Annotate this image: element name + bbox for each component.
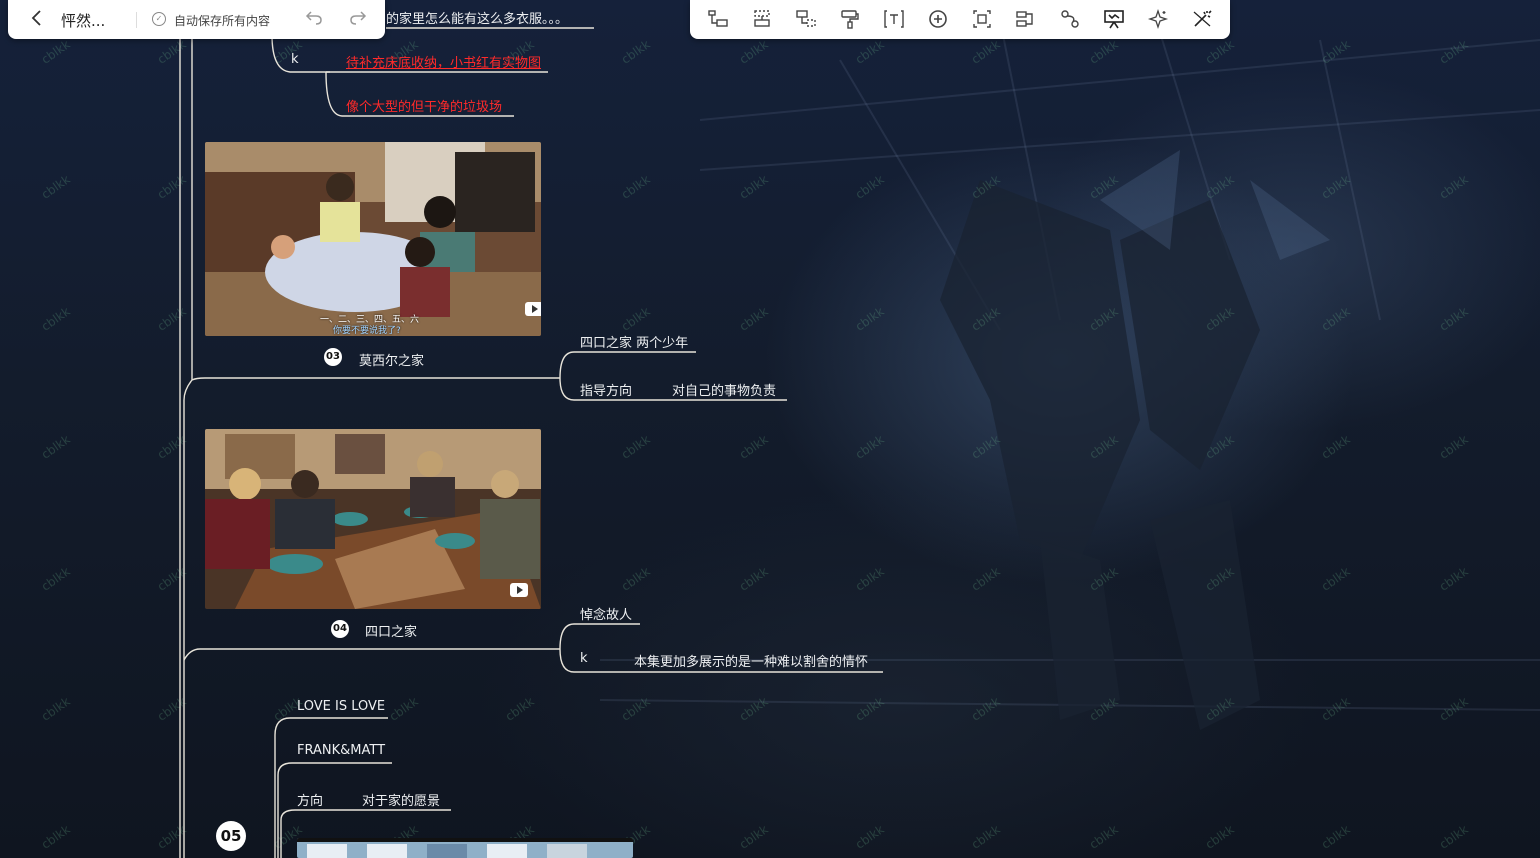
top-left-toolbar: 怦然... ✓ 自动保存所有内容 bbox=[8, 0, 385, 39]
insert-sibling-button[interactable] bbox=[750, 8, 774, 30]
ai-button[interactable] bbox=[1146, 8, 1170, 30]
redo-icon bbox=[350, 11, 367, 25]
section-badge-04: 04 bbox=[331, 620, 349, 638]
text-icon bbox=[884, 10, 904, 28]
node-04-branch-2-child[interactable]: 本集更加多展示的是一种难以割舍的情怀 bbox=[634, 651, 868, 670]
autosave-status: 自动保存所有内容 bbox=[174, 14, 271, 28]
text-button[interactable] bbox=[882, 8, 906, 30]
format-painter-icon bbox=[841, 10, 859, 29]
undo-button[interactable] bbox=[305, 8, 323, 31]
node-section-03-title[interactable]: 莫西尔之家 bbox=[359, 350, 424, 369]
undo-icon bbox=[305, 11, 322, 25]
add-icon bbox=[929, 10, 947, 28]
node-04-branch-2[interactable]: k bbox=[580, 651, 588, 666]
format-painter-button[interactable] bbox=[838, 8, 862, 30]
summary-icon bbox=[973, 10, 991, 28]
subtitle-line-2: 你要不要说我了? bbox=[333, 326, 401, 336]
insert-parent-button[interactable] bbox=[794, 8, 818, 30]
node-k-label-1[interactable]: k bbox=[291, 52, 299, 67]
insert-subtopic-button[interactable] bbox=[706, 8, 730, 30]
relationship-icon bbox=[1016, 11, 1033, 27]
mindmap-canvas[interactable]: cblkk cblkk cblkk cblkk cblkk cblkk cblkk cblkk… bbox=[0, 0, 1540, 858]
node-red-note-1[interactable]: 待补充床底收纳，小书红有实物图 bbox=[346, 52, 541, 71]
video-play-icon[interactable] bbox=[510, 583, 528, 597]
node-03-branch-2[interactable]: 指导方向 bbox=[580, 380, 632, 399]
section-badge-03: 03 bbox=[324, 348, 342, 366]
redo-button[interactable] bbox=[349, 8, 367, 31]
insert-parent-icon bbox=[796, 10, 816, 27]
image-section-05[interactable] bbox=[297, 838, 633, 858]
node-section-04-title[interactable]: 四口之家 bbox=[365, 621, 417, 640]
top-right-toolbar bbox=[690, 0, 1230, 39]
check-circle-icon: ✓ bbox=[152, 12, 166, 26]
presentation-button[interactable] bbox=[1102, 8, 1126, 30]
link-button[interactable] bbox=[1058, 8, 1082, 30]
add-button[interactable] bbox=[926, 8, 950, 30]
image-section-04[interactable] bbox=[205, 429, 541, 609]
insert-sibling-icon bbox=[754, 10, 770, 27]
presentation-icon bbox=[1104, 10, 1124, 29]
video-play-icon[interactable] bbox=[525, 302, 541, 316]
section-05-photo bbox=[297, 838, 633, 858]
node-top-partial[interactable]: 的家里怎么能有这么多衣服。。。 bbox=[386, 8, 568, 27]
summary-button[interactable] bbox=[970, 8, 994, 30]
node-04-branch-1[interactable]: 悼念故人 bbox=[580, 604, 632, 623]
node-03-branch-1[interactable]: 四口之家 两个少年 bbox=[580, 332, 688, 351]
back-button[interactable] bbox=[30, 9, 44, 32]
toolbar-divider bbox=[136, 12, 137, 28]
ai-sparkle-icon bbox=[1147, 8, 1169, 30]
insert-subtopic-icon bbox=[708, 10, 728, 27]
section-badge-05: 05 bbox=[216, 821, 246, 851]
node-05-branch-3-child[interactable]: 对于家的愿景 bbox=[362, 790, 440, 809]
node-03-branch-2-child[interactable]: 对自己的事物负责 bbox=[672, 380, 776, 399]
image-section-03[interactable]: 一、二、三、四、五、六 你要不要说我了? bbox=[205, 142, 541, 336]
family-dinner-photo bbox=[205, 429, 541, 609]
node-05-branch-2[interactable]: FRANK&MATT bbox=[297, 743, 385, 758]
node-05-branch-1[interactable]: LOVE IS LOVE bbox=[297, 699, 385, 714]
document-title[interactable]: 怦然... bbox=[61, 10, 105, 31]
relationship-button[interactable] bbox=[1014, 8, 1038, 30]
chevron-left-icon bbox=[31, 10, 41, 26]
node-05-branch-3[interactable]: 方向 bbox=[297, 790, 323, 809]
magic-wand-button[interactable] bbox=[1190, 8, 1214, 30]
family-living-room-photo bbox=[205, 142, 541, 336]
node-red-note-2[interactable]: 像个大型的但干净的垃圾场 bbox=[346, 96, 502, 115]
link-icon bbox=[1061, 10, 1079, 28]
magic-wand-icon bbox=[1193, 10, 1212, 27]
